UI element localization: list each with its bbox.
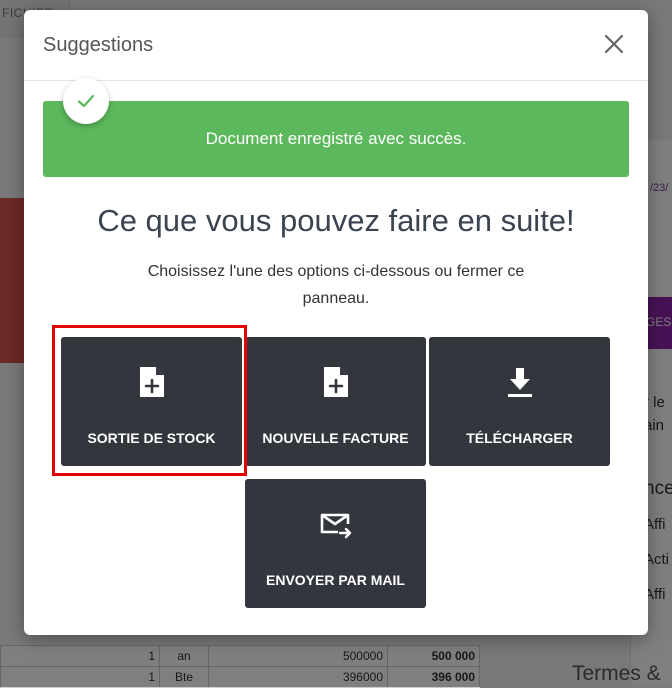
action-label: TÉLÉCHARGER	[466, 430, 573, 446]
mail-send-icon	[320, 513, 351, 539]
telecharger-button[interactable]: TÉLÉCHARGER	[429, 337, 610, 466]
alert-text: Document enregistré avec succès.	[205, 129, 467, 148]
modal-header: Suggestions	[24, 10, 648, 81]
close-icon	[604, 34, 624, 54]
modal-title: Suggestions	[43, 34, 154, 56]
success-badge	[63, 78, 109, 124]
headline: Ce que vous pouvez faire en suite!	[97, 203, 575, 238]
check-icon	[77, 94, 95, 108]
success-alert: Document enregistré avec succès.	[43, 101, 629, 177]
envoyer-par-mail-button[interactable]: ENVOYER PAR MAIL	[245, 479, 426, 608]
nouvelle-facture-button[interactable]: NOUVELLE FACTURE	[245, 337, 426, 466]
subtext: Choisissez l'une des options ci-dessous …	[147, 263, 525, 307]
suggestions-modal: Suggestions Document enregistré avec suc…	[24, 10, 648, 635]
action-label: ENVOYER PAR MAIL	[266, 572, 405, 588]
file-plus-icon	[323, 367, 348, 397]
highlight-box	[52, 325, 247, 476]
action-label: NOUVELLE FACTURE	[262, 430, 409, 446]
close-button[interactable]	[598, 28, 630, 60]
download-icon	[507, 368, 532, 397]
